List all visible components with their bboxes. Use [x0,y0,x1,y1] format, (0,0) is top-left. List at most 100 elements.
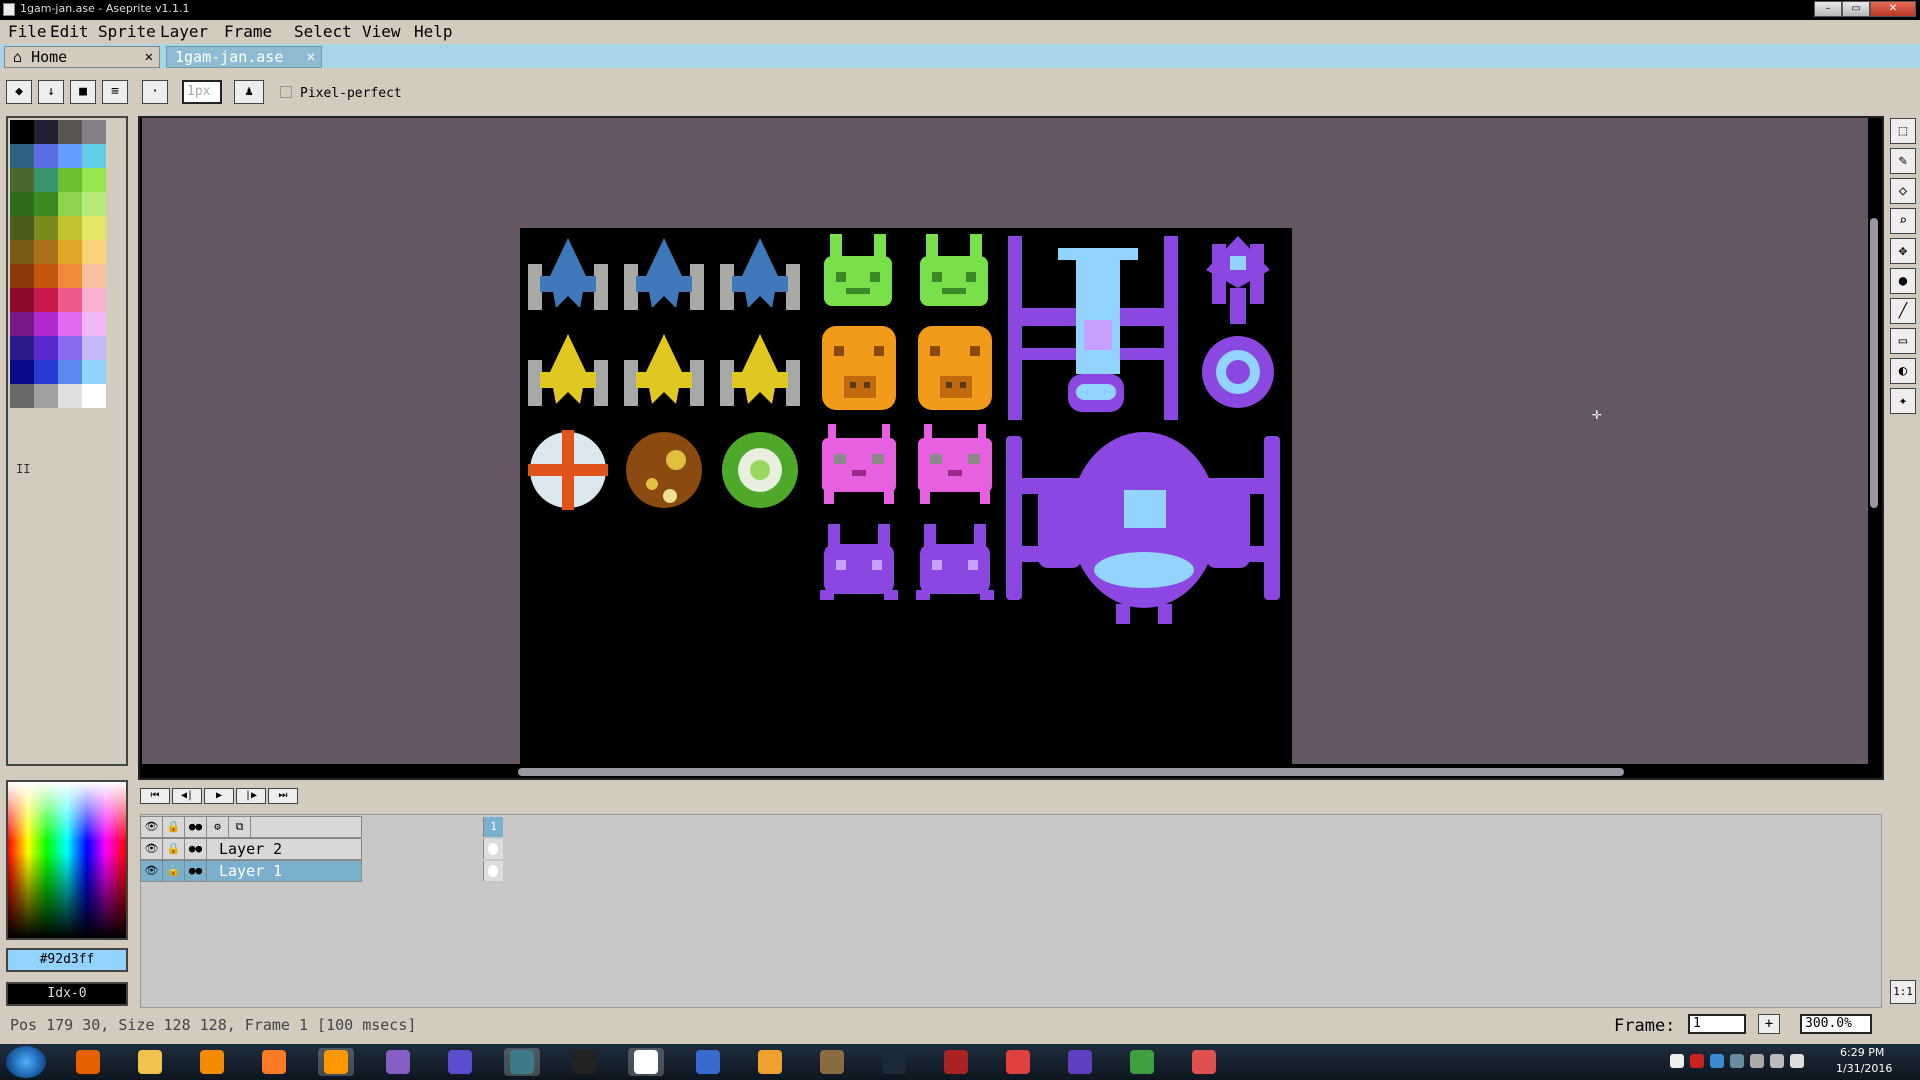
first-frame-button[interactable]: ⏮ [140,788,170,804]
palette-swatch[interactable] [34,240,58,264]
layer-2-onion-icon[interactable]: ●● [185,839,207,859]
palette-swatch[interactable] [82,216,106,240]
palette-swatch[interactable] [10,384,34,408]
layer-row-layer-2[interactable]: 👁 🔒 ●● Layer 2 [140,838,503,860]
taskbar-steam-icon[interactable] [876,1048,912,1076]
clock-time[interactable]: 6:29 PM [1840,1046,1884,1059]
brush-dot-icon[interactable]: · [142,80,168,104]
menu-view[interactable]: View [362,22,401,41]
palette-swatch[interactable] [10,216,34,240]
palette-swatch[interactable] [10,360,34,384]
taskbar-visual-studio-icon[interactable] [380,1048,416,1076]
palette-swatch[interactable] [34,192,58,216]
palette-swatch[interactable] [34,336,58,360]
tab-home-close-icon[interactable]: ✕ [145,47,153,67]
layer-2-cel[interactable] [483,839,503,859]
taskbar-cmd-icon[interactable] [566,1048,602,1076]
lock-header-icon[interactable]: 🔒 [163,817,185,837]
palette-swatch[interactable] [34,144,58,168]
move-icon[interactable]: ✥ [1890,238,1916,264]
palette-swatch[interactable] [82,168,106,192]
palette-swatch[interactable] [58,384,82,408]
brush-down-icon[interactable]: ↓ [38,80,64,104]
palette-swatch[interactable] [34,120,58,144]
palette-swatch[interactable] [58,120,82,144]
palette-swatch[interactable] [82,336,106,360]
menu-file[interactable]: File [8,22,47,41]
minimize-button[interactable]: – [1814,1,1842,17]
taskbar-terminal-e-icon[interactable] [504,1048,540,1076]
sprite-canvas[interactable] [520,228,1292,764]
brush-shape-icon[interactable]: ◆ [6,80,32,104]
palette-swatch[interactable] [10,120,34,144]
menu-sprite[interactable]: Sprite [98,22,156,41]
palette-swatch[interactable] [58,168,82,192]
palette-resize-handle[interactable]: II [16,462,30,476]
layer-1-cel[interactable] [483,861,503,881]
eraser-icon[interactable]: ◇ [1890,178,1916,204]
tray-volume-icon[interactable] [1790,1054,1804,1068]
palette-swatch[interactable] [58,288,82,312]
horizontal-scrollbar[interactable] [518,768,1624,776]
menu-layer[interactable]: Layer [160,22,208,41]
palette-swatch[interactable] [58,144,82,168]
palette-swatch[interactable] [10,192,34,216]
palette-swatch[interactable] [34,216,58,240]
menu-help[interactable]: Help [414,22,453,41]
palette-swatch[interactable] [58,336,82,360]
bucket-icon[interactable]: ● [1890,268,1916,294]
link-cels-icon[interactable]: ⧉ [229,817,251,837]
brush-size-input[interactable]: 1px [182,80,222,104]
taskbar-aseprite-icon[interactable] [628,1048,664,1076]
tab-home[interactable]: ⌂ Home ✕ [4,46,160,68]
brush-lines-icon[interactable]: ≡ [102,80,128,104]
menu-select[interactable]: Select [294,22,352,41]
palette-swatch[interactable] [10,168,34,192]
tab-file-close-icon[interactable]: ✕ [307,47,315,67]
ink-icon[interactable]: ♟ [234,80,264,104]
brush-square-icon[interactable]: ■ [70,80,96,104]
frame-input[interactable]: 1 [1688,1014,1746,1034]
palette-swatch[interactable] [82,360,106,384]
palette-swatch[interactable] [58,192,82,216]
taskbar-gamecube-icon[interactable] [1062,1048,1098,1076]
next-frame-button[interactable]: |▶ [236,788,266,804]
palette-swatch[interactable] [34,384,58,408]
palette-swatch[interactable] [34,312,58,336]
palette-swatch[interactable] [10,144,34,168]
taskbar-balloons-icon[interactable] [1186,1048,1222,1076]
tray-steam-icon[interactable] [1730,1054,1744,1068]
taskbar-xampp-icon[interactable] [256,1048,292,1076]
palette-swatch[interactable] [82,192,106,216]
palette-swatch[interactable] [34,168,58,192]
taskbar-vlc-icon[interactable] [194,1048,230,1076]
rectangle-icon[interactable]: ▭ [1890,328,1916,354]
palette-swatch[interactable] [82,120,106,144]
menu-frame[interactable]: Frame [224,22,272,41]
onion-header-icon[interactable]: ●● [185,817,207,837]
zoom-input[interactable]: 300.0% [1800,1014,1872,1034]
taskbar-tiled-icon[interactable] [442,1048,478,1076]
add-frame-button[interactable]: + [1758,1014,1780,1034]
palette-swatch[interactable] [10,288,34,312]
tray-power-icon[interactable] [1770,1054,1784,1068]
palette-swatch[interactable] [82,240,106,264]
background-color-button[interactable]: Idx-0 [6,982,128,1006]
spray-icon[interactable]: ✦ [1890,388,1916,414]
palette-swatch[interactable] [82,384,106,408]
layer-2-name[interactable]: Layer 2 [219,839,282,859]
pixel-perfect-checkbox[interactable] [280,86,292,98]
palette-swatch[interactable] [58,264,82,288]
palette-swatch[interactable] [82,144,106,168]
previous-frame-button[interactable]: ◀| [172,788,202,804]
frame-number-header[interactable]: 1 [483,817,503,837]
palette-swatch[interactable] [10,336,34,360]
palette-swatch[interactable] [82,264,106,288]
taskbar-gun-tool-icon[interactable] [938,1048,974,1076]
palette-swatch[interactable] [10,264,34,288]
palette-swatch[interactable] [34,264,58,288]
taskbar-game-maker-icon[interactable] [1124,1048,1160,1076]
settings-gear-icon[interactable]: ⚙ [207,817,229,837]
last-frame-button[interactable]: ⏭ [268,788,298,804]
taskbar-explorer-icon[interactable] [132,1048,168,1076]
